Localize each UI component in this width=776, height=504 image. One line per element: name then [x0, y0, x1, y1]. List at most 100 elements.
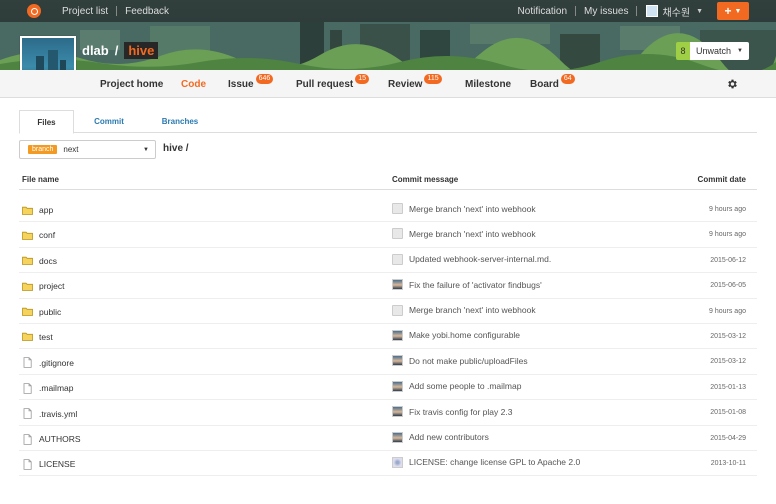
user-avatar[interactable] [646, 5, 659, 17]
commit-message-link[interactable]: Make yobi.home configurable [409, 330, 520, 340]
commit-date: 2015-06-12 [710, 256, 746, 264]
table-row[interactable]: public Merge branch 'next' into webhook 9 … [19, 299, 757, 324]
table-row[interactable]: .travis.yml Fix travis config for play 2.… [19, 400, 757, 426]
watch-control[interactable]: 8 Unwatch ▼ [676, 42, 749, 60]
file-icon [22, 382, 36, 394]
author-avatar[interactable] [392, 431, 403, 443]
unwatch-button[interactable]: Unwatch ▼ [690, 42, 749, 60]
author-avatar[interactable] [392, 253, 403, 265]
file-name[interactable]: .mailmap [39, 383, 73, 393]
author-avatar[interactable] [392, 406, 403, 418]
folder-icon [22, 282, 36, 291]
file-name[interactable]: public [39, 307, 61, 317]
project-owner-link[interactable]: dlab [82, 43, 109, 58]
file-name-cell[interactable]: public [22, 307, 61, 317]
project-banner: Project list Feedback Notification My is… [0, 0, 776, 98]
table-row[interactable]: .mailmap Add some people to .mailmap 2015-… [19, 375, 757, 401]
file-name[interactable]: AUTHORS [39, 434, 81, 444]
table-row[interactable]: project Fix the failure of 'activator fin… [19, 273, 757, 299]
file-name-cell[interactable]: LICENSE [22, 459, 75, 470]
file-name[interactable]: app [39, 205, 53, 215]
file-name-cell[interactable]: conf [22, 230, 55, 240]
feedback-link[interactable]: Feedback [125, 6, 169, 17]
nav-code[interactable]: Code [181, 79, 206, 90]
table-row[interactable]: conf Merge branch 'next' into webhook 9 ho… [19, 222, 757, 248]
table-row[interactable]: app Merge branch 'next' into webhook 9 hou… [19, 197, 757, 223]
notification-link[interactable]: Notification [518, 6, 567, 17]
file-name-cell[interactable]: project [22, 281, 65, 291]
gear-icon[interactable] [726, 78, 738, 90]
project-title: dlab / hive [82, 42, 159, 59]
author-avatar[interactable] [392, 380, 403, 392]
table-row[interactable]: test Make yobi.home configurable 2015-03-1… [19, 324, 757, 350]
commit-message-cell: Make yobi.home configurable [392, 329, 520, 341]
commit-message-link[interactable]: Fix the failure of 'activator findbugs' [409, 280, 542, 290]
file-name[interactable]: .gitignore [39, 358, 74, 368]
file-name[interactable]: LICENSE [39, 459, 75, 469]
nav-review[interactable]: Review 115 [388, 74, 442, 90]
author-avatar[interactable] [392, 228, 403, 240]
commit-message-cell: Merge branch 'next' into webhook [392, 304, 536, 316]
tab-branches[interactable]: Branches [149, 110, 211, 133]
commit-message-link[interactable]: Fix travis config for play 2.3 [409, 407, 512, 417]
my-issues-link[interactable]: My issues [584, 6, 628, 17]
nav-board[interactable]: Board 64 [530, 74, 575, 90]
nav-issue[interactable]: Issue 646 [228, 74, 274, 90]
file-name-cell[interactable]: .mailmap [22, 382, 73, 394]
commit-message-link[interactable]: Add some people to .mailmap [409, 381, 521, 391]
commit-message-link[interactable]: Merge branch 'next' into webhook [409, 204, 536, 214]
author-avatar[interactable] [392, 329, 403, 341]
table-row[interactable]: LICENSE LICENSE: change license GPL to Ap… [19, 451, 757, 477]
branch-selector[interactable]: branch next ▼ [19, 140, 156, 159]
file-name-cell[interactable]: .travis.yml [22, 408, 77, 419]
table-row[interactable]: AUTHORS Add new contributors 2015-04-29 [19, 426, 757, 451]
commit-message-link[interactable]: Updated webhook-server-internal.md. [409, 254, 551, 264]
table-row[interactable]: .gitignore Do not make public/uploadFiles… [19, 349, 757, 375]
file-name[interactable]: .travis.yml [39, 409, 77, 419]
project-repo-link[interactable]: hive [124, 42, 159, 59]
nav-project-home[interactable]: Project home [100, 79, 163, 90]
file-name[interactable]: conf [39, 230, 55, 240]
breadcrumb[interactable]: hive / [163, 143, 189, 154]
commit-message-link[interactable]: Add new contributors [409, 432, 489, 442]
project-nav: Project home Code Issue 646 Pull request 1… [0, 70, 776, 98]
author-avatar[interactable] [392, 456, 403, 468]
table-row[interactable]: docs Updated webhook-server-internal.md. 2… [19, 248, 757, 274]
commit-message-link[interactable]: Merge branch 'next' into webhook [409, 229, 536, 239]
nav-pull-request[interactable]: Pull request 15 [296, 74, 370, 90]
file-name[interactable]: docs [39, 256, 57, 266]
file-name-cell[interactable]: app [22, 205, 53, 215]
tab-commit[interactable]: Commit [79, 110, 139, 133]
file-name-cell[interactable]: docs [22, 256, 57, 266]
author-avatar[interactable] [392, 304, 403, 316]
chevron-down-icon: ▼ [143, 146, 149, 153]
tab-files[interactable]: Files [19, 110, 74, 134]
file-name[interactable]: project [39, 281, 65, 291]
create-new-button[interactable]: + ▼ [717, 2, 749, 20]
commit-message-link[interactable]: Merge branch 'next' into webhook [409, 305, 536, 315]
author-avatar[interactable] [392, 355, 403, 367]
commit-message-link[interactable]: LICENSE: change license GPL to Apache 2.… [409, 457, 580, 467]
user-name[interactable]: 채수원 [662, 4, 690, 19]
file-table-body: app Merge branch 'next' into webhook 9 hou… [19, 197, 757, 477]
tab-label: Files [37, 117, 56, 127]
nav-milestone[interactable]: Milestone [465, 79, 511, 90]
plus-icon: + [724, 4, 732, 18]
author-avatar[interactable] [392, 279, 403, 291]
file-name-cell[interactable]: .gitignore [22, 357, 74, 369]
top-bar: Project list Feedback Notification My is… [0, 0, 776, 22]
commit-date: 2015-03-12 [710, 358, 746, 366]
chevron-down-icon[interactable]: ▼ [696, 8, 703, 15]
project-list-link[interactable]: Project list [62, 6, 108, 17]
column-header-commit-message: Commit message [392, 175, 459, 184]
file-name-cell[interactable]: test [22, 332, 53, 342]
file-name[interactable]: test [39, 332, 53, 342]
commit-message-link[interactable]: Do not make public/uploadFiles [409, 356, 528, 366]
commit-message-cell: Merge branch 'next' into webhook [392, 203, 536, 214]
author-avatar[interactable] [392, 203, 403, 214]
file-name-cell[interactable]: AUTHORS [22, 433, 81, 445]
tab-label: Branches [161, 117, 199, 126]
file-icon [22, 433, 36, 445]
commit-date: 2013-10-11 [710, 459, 746, 467]
logo-icon[interactable] [27, 4, 41, 18]
